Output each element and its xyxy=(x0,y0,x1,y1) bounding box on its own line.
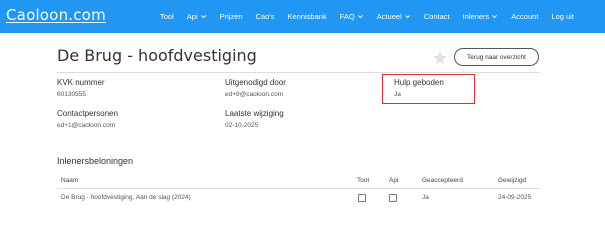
top-navigation-bar: Caoloon.com Tool Api Prijzen Cao's Kenni… xyxy=(0,0,605,33)
help-label: Hulp geboden xyxy=(394,78,444,87)
nav-item-label: Contact xyxy=(423,12,450,21)
header-divider xyxy=(57,72,540,73)
contacts-value: ed+1@caoloon.com xyxy=(57,122,116,129)
nav-item-label: Prijzen xyxy=(219,12,243,21)
nav-item-caos[interactable]: Cao's xyxy=(256,12,275,21)
main-nav: Tool Api Prijzen Cao's Kennisbank FAQ Ac… xyxy=(160,0,574,33)
nav-item-contact[interactable]: Contact xyxy=(424,12,450,21)
changed-value: 24-09-2025 xyxy=(498,194,532,201)
rewards-section-title: Inlenersbeloningen xyxy=(57,156,134,166)
nav-item-label: Tool xyxy=(160,12,174,21)
nav-item-logout[interactable]: Log uit xyxy=(551,12,574,21)
chevron-down-icon xyxy=(357,13,364,20)
table-header-divider xyxy=(57,188,540,189)
invited-by-value: ed+9@caoloon.com xyxy=(225,91,284,98)
nav-item-actueel[interactable]: Actueel xyxy=(377,12,411,21)
accepted-value: Ja xyxy=(422,194,429,201)
chevron-down-icon xyxy=(404,13,411,20)
kvk-value: 60130555 xyxy=(57,91,86,98)
nav-item-label: Kennisbank xyxy=(287,12,327,21)
last-change-label: Laatste wijziging xyxy=(225,109,284,118)
nav-item-inleners[interactable]: Inleners xyxy=(463,12,499,21)
column-header-api: Api xyxy=(389,177,399,184)
star-icon[interactable] xyxy=(433,51,447,65)
nav-item-label: Account xyxy=(511,12,539,21)
nav-item-faq[interactable]: FAQ xyxy=(340,12,364,21)
nav-item-label: Cao's xyxy=(255,12,275,21)
page-title: De Brug - hoofdvestiging xyxy=(57,46,257,65)
column-header-name: Naam xyxy=(61,177,79,184)
nav-item-label: Api xyxy=(186,12,198,21)
nav-item-prijzen[interactable]: Prijzen xyxy=(220,12,243,21)
reward-name[interactable]: De Brug - hoofdvestiging, Aan de slag (2… xyxy=(61,194,191,201)
nav-item-label: Log uit xyxy=(551,12,574,21)
nav-item-label: FAQ xyxy=(339,12,355,21)
nav-item-kennisbank[interactable]: Kennisbank xyxy=(288,12,327,21)
last-change-value: 02-10-2025 xyxy=(225,122,259,129)
tool-checkbox[interactable] xyxy=(358,194,366,202)
chevron-down-icon xyxy=(200,13,207,20)
nav-item-label: Actueel xyxy=(376,12,402,21)
column-header-accepted: Geaccepteerd xyxy=(422,177,463,184)
column-header-tool: Tool xyxy=(357,177,369,184)
chevron-down-icon xyxy=(491,13,498,20)
help-value: Ja xyxy=(394,91,401,98)
invited-by-label: Uitgenodigd door xyxy=(225,78,286,87)
nav-item-label: Inleners xyxy=(462,12,490,21)
kvk-label: KVK nummer xyxy=(57,78,105,87)
api-checkbox[interactable] xyxy=(389,194,397,202)
nav-item-account[interactable]: Account xyxy=(511,12,538,21)
nav-item-api[interactable]: Api xyxy=(187,12,207,21)
column-header-changed: Gewijzigd xyxy=(498,177,527,184)
contacts-label: Contactpersonen xyxy=(57,109,118,118)
back-to-overview-button[interactable]: Terug naar overzicht xyxy=(454,48,539,66)
nav-item-tool[interactable]: Tool xyxy=(160,12,174,21)
site-logo[interactable]: Caoloon.com xyxy=(6,6,106,24)
